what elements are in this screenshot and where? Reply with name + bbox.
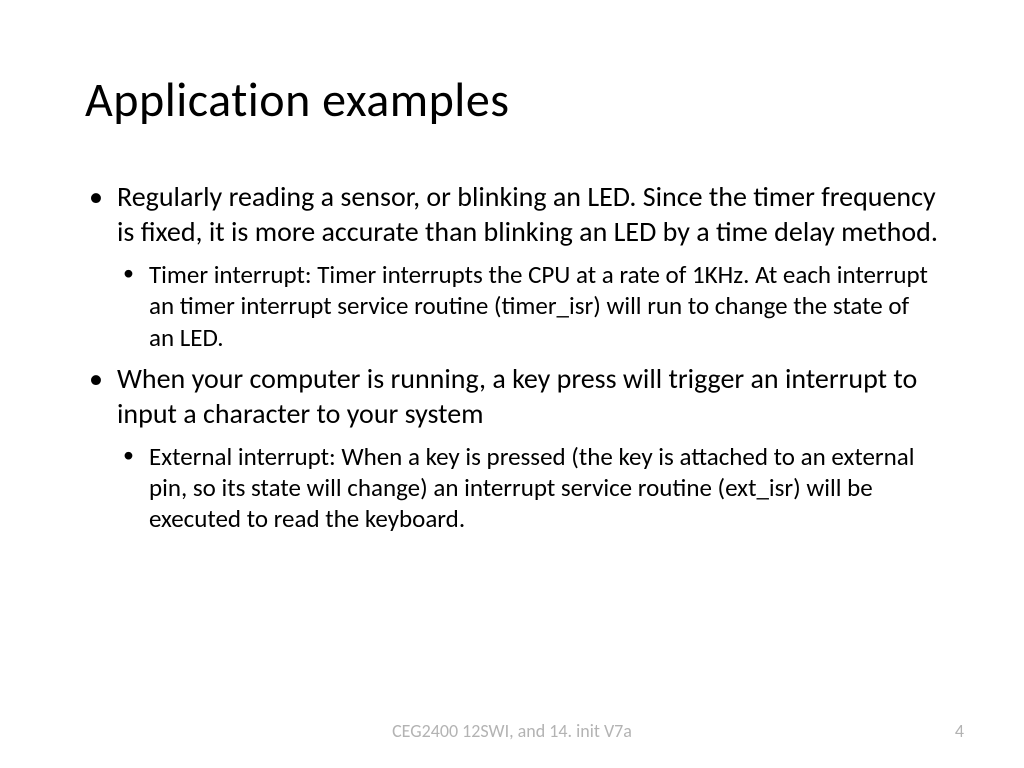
page-number: 4 bbox=[955, 720, 964, 742]
footer-text: CEG2400 12SWI, and 14. init V7a bbox=[0, 720, 1024, 742]
bullet-level2: Timer interrupt: Timer interrupts the CP… bbox=[117, 259, 939, 353]
bullet-level2: External interrupt: When a key is presse… bbox=[117, 441, 939, 535]
bullet-level1: Regularly reading a sensor, or blinking … bbox=[85, 179, 939, 249]
slide: Application examples Regularly reading a… bbox=[0, 0, 1024, 768]
slide-title: Application examples bbox=[85, 70, 939, 129]
slide-content: Regularly reading a sensor, or blinking … bbox=[85, 179, 939, 535]
bullet-list: Regularly reading a sensor, or blinking … bbox=[85, 179, 939, 535]
bullet-level1: When your computer is running, a key pre… bbox=[85, 361, 939, 431]
